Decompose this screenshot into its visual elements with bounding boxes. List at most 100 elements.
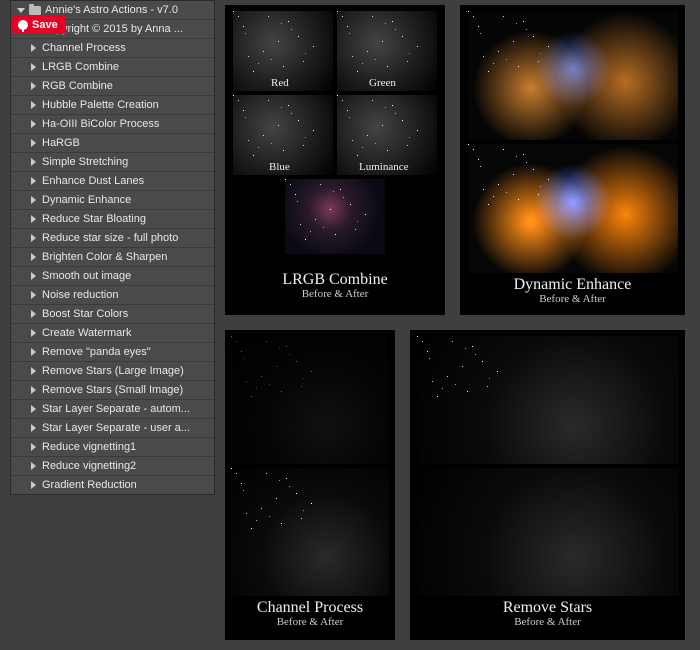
action-item-label: Remove "panda eyes"	[42, 346, 151, 358]
action-item-label: RGB Combine	[42, 80, 113, 92]
action-item[interactable]: Dynamic Enhance	[11, 190, 214, 209]
disclosure-triangle-icon[interactable]	[31, 44, 36, 52]
action-item-label: Smooth out image	[42, 270, 131, 282]
action-item-label: Noise reduction	[42, 289, 118, 301]
card-subtitle: Before & After	[277, 616, 344, 628]
action-item[interactable]: LRGB Combine	[11, 57, 214, 76]
disclosure-triangle-icon[interactable]	[31, 386, 36, 394]
card-subtitle: Before & After	[539, 293, 606, 305]
action-item[interactable]: Smooth out image	[11, 266, 214, 285]
action-item[interactable]: Noise reduction	[11, 285, 214, 304]
card-title: LRGB Combine	[282, 272, 387, 288]
disclosure-triangle-icon[interactable]	[31, 481, 36, 489]
thumb-label: Red	[271, 77, 289, 89]
action-item[interactable]: Remove Stars (Small Image)	[11, 380, 214, 399]
action-item[interactable]: Simple Stretching	[11, 152, 214, 171]
action-item-label: Reduce Star Bloating	[42, 213, 146, 225]
action-item[interactable]: Reduce vignetting2	[11, 456, 214, 475]
action-item-label: Brighten Color & Sharpen	[42, 251, 167, 263]
action-item-label: Remove Stars (Large Image)	[42, 365, 184, 377]
action-item-label: Reduce vignetting1	[42, 441, 136, 453]
thumb-luminance: Luminance	[337, 95, 437, 175]
card-title: Remove Stars	[503, 600, 592, 616]
action-item[interactable]: Brighten Color & Sharpen	[11, 247, 214, 266]
action-item-label: Reduce star size - full photo	[42, 232, 178, 244]
actions-panel-title: Annie's Astro Actions - v7.0	[45, 4, 178, 16]
disclosure-triangle-icon[interactable]	[31, 462, 36, 470]
action-item-label: Star Layer Separate - user a...	[42, 422, 190, 434]
action-item[interactable]: Gradient Reduction	[11, 475, 214, 494]
card-subtitle: Before & After	[302, 288, 369, 300]
thumb-after	[417, 468, 679, 596]
disclosure-triangle-icon[interactable]	[31, 424, 36, 432]
action-item[interactable]: Remove "panda eyes"	[11, 342, 214, 361]
disclosure-triangle-icon[interactable]	[31, 196, 36, 204]
action-item[interactable]: HaRGB	[11, 133, 214, 152]
action-item[interactable]: Channel Process	[11, 38, 214, 57]
action-item-label: Channel Process	[42, 42, 126, 54]
thumb-after	[468, 144, 678, 273]
action-item[interactable]: Boost Star Colors	[11, 304, 214, 323]
action-item-label: Create Watermark	[42, 327, 131, 339]
thumb-label: Blue	[269, 161, 290, 173]
disclosure-triangle-icon[interactable]	[31, 63, 36, 71]
disclosure-triangle-icon[interactable]	[31, 234, 36, 242]
disclosure-triangle-icon[interactable]	[31, 139, 36, 147]
disclosure-triangle-icon[interactable]	[31, 291, 36, 299]
action-item[interactable]: Create Watermark	[11, 323, 214, 342]
card-title: Channel Process	[257, 600, 363, 616]
thumb-before	[468, 11, 678, 140]
disclosure-triangle-icon[interactable]	[31, 215, 36, 223]
disclosure-triangle-icon[interactable]	[31, 443, 36, 451]
action-item-label: Star Layer Separate - autom...	[42, 403, 190, 415]
action-item[interactable]: Remove Stars (Large Image)	[11, 361, 214, 380]
disclosure-triangle-icon[interactable]	[31, 310, 36, 318]
disclosure-triangle-icon[interactable]	[31, 158, 36, 166]
disclosure-triangle-icon[interactable]	[31, 253, 36, 261]
action-item-label: Gradient Reduction	[42, 479, 137, 491]
folder-icon	[29, 6, 41, 15]
thumb-before	[417, 336, 679, 464]
pinterest-save-button[interactable]: Save	[12, 16, 66, 34]
action-item-label: Remove Stars (Small Image)	[42, 384, 183, 396]
action-item[interactable]: Hubble Palette Creation	[11, 95, 214, 114]
card-lrgb-combine: Red Green Blue Luminance LRGB LRGB Combi…	[225, 5, 445, 315]
save-label: Save	[32, 19, 58, 31]
thumb-after	[231, 468, 389, 596]
disclosure-triangle-icon[interactable]	[31, 367, 36, 375]
thumb-green: Green	[337, 11, 437, 91]
action-item-label: Dynamic Enhance	[42, 194, 131, 206]
card-title: Dynamic Enhance	[514, 277, 632, 293]
disclosure-triangle-icon[interactable]	[17, 8, 25, 13]
disclosure-triangle-icon[interactable]	[31, 329, 36, 337]
thumb-label: Green	[369, 77, 396, 89]
action-item[interactable]: Reduce Star Bloating	[11, 209, 214, 228]
disclosure-triangle-icon[interactable]	[31, 177, 36, 185]
action-item[interactable]: Reduce vignetting1	[11, 437, 214, 456]
action-item-label: Enhance Dust Lanes	[42, 175, 144, 187]
action-item-label: Reduce vignetting2	[42, 460, 136, 472]
action-item[interactable]: Enhance Dust Lanes	[11, 171, 214, 190]
action-list: Copyright © 2015 by Anna ...Channel Proc…	[11, 19, 214, 494]
thumb-before	[231, 336, 389, 464]
disclosure-triangle-icon[interactable]	[31, 405, 36, 413]
disclosure-triangle-icon[interactable]	[31, 272, 36, 280]
action-item[interactable]: Star Layer Separate - autom...	[11, 399, 214, 418]
disclosure-triangle-icon[interactable]	[31, 348, 36, 356]
disclosure-triangle-icon[interactable]	[31, 82, 36, 90]
card-channel-process: Channel Process Before & After	[225, 330, 395, 640]
disclosure-triangle-icon[interactable]	[31, 101, 36, 109]
thumb-blue: Blue	[233, 95, 333, 175]
thumb-lrgb: LRGB	[285, 179, 385, 254]
action-item[interactable]: Reduce star size - full photo	[11, 228, 214, 247]
action-item[interactable]: RGB Combine	[11, 76, 214, 95]
disclosure-triangle-icon[interactable]	[31, 120, 36, 128]
action-item-label: Ha-OIII BiColor Process	[42, 118, 159, 130]
pinterest-icon	[18, 20, 28, 30]
action-item[interactable]: Star Layer Separate - user a...	[11, 418, 214, 437]
action-item-label: Hubble Palette Creation	[42, 99, 159, 111]
action-item[interactable]: Ha-OIII BiColor Process	[11, 114, 214, 133]
action-item-label: LRGB Combine	[42, 61, 119, 73]
action-item-label: HaRGB	[42, 137, 80, 149]
card-subtitle: Before & After	[514, 616, 581, 628]
